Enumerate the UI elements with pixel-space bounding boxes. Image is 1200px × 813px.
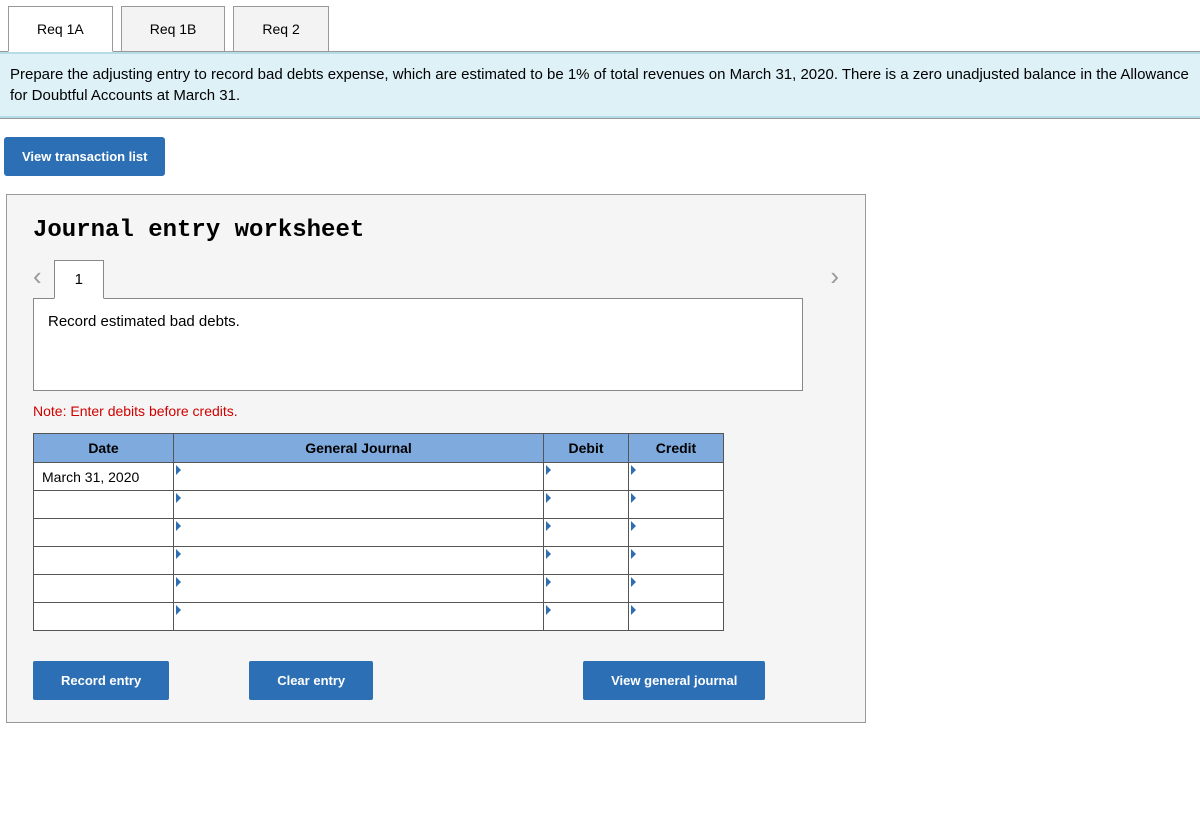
cell-debit[interactable] — [544, 547, 629, 575]
chevron-right-icon[interactable]: › — [830, 261, 839, 298]
cell-credit[interactable] — [629, 603, 724, 631]
cell-credit[interactable] — [629, 575, 724, 603]
cell-credit[interactable] — [629, 491, 724, 519]
cell-credit[interactable] — [629, 463, 724, 491]
col-header-general-journal: General Journal — [174, 434, 544, 463]
cell-date[interactable] — [34, 519, 174, 547]
view-transaction-list-button[interactable]: View transaction list — [4, 137, 165, 176]
chevron-left-icon[interactable]: ‹ — [33, 261, 42, 298]
journal-table: Date General Journal Debit Credit March … — [33, 433, 724, 631]
worksheet-page-tab[interactable]: 1 — [54, 260, 104, 299]
cell-general-journal[interactable] — [174, 463, 544, 491]
cell-debit[interactable] — [544, 491, 629, 519]
entry-description: Record estimated bad debts. — [33, 298, 803, 391]
col-header-date: Date — [34, 434, 174, 463]
table-row — [34, 547, 724, 575]
instruction-text: Prepare the adjusting entry to record ba… — [0, 52, 1200, 118]
cell-debit[interactable] — [544, 603, 629, 631]
cell-debit[interactable] — [544, 575, 629, 603]
table-row: March 31, 2020 — [34, 463, 724, 491]
action-row: Record entry Clear entry View general jo… — [33, 661, 839, 700]
tab-bar: Req 1A Req 1B Req 2 — [0, 0, 1200, 51]
cell-debit[interactable] — [544, 463, 629, 491]
cell-date[interactable] — [34, 547, 174, 575]
cell-general-journal[interactable] — [174, 603, 544, 631]
cell-date[interactable]: March 31, 2020 — [34, 463, 174, 491]
record-entry-button[interactable]: Record entry — [33, 661, 169, 700]
table-row — [34, 519, 724, 547]
cell-general-journal[interactable] — [174, 491, 544, 519]
cell-date[interactable] — [34, 491, 174, 519]
view-general-journal-button[interactable]: View general journal — [583, 661, 765, 700]
cell-debit[interactable] — [544, 519, 629, 547]
cell-credit[interactable] — [629, 547, 724, 575]
cell-general-journal[interactable] — [174, 547, 544, 575]
tab-req-1a[interactable]: Req 1A — [8, 6, 113, 52]
cell-credit[interactable] — [629, 519, 724, 547]
table-row — [34, 491, 724, 519]
col-header-credit: Credit — [629, 434, 724, 463]
cell-date[interactable] — [34, 603, 174, 631]
col-header-debit: Debit — [544, 434, 629, 463]
tab-req-1b[interactable]: Req 1B — [121, 6, 226, 51]
tab-req-2[interactable]: Req 2 — [233, 6, 328, 51]
clear-entry-button[interactable]: Clear entry — [249, 661, 373, 700]
cell-general-journal[interactable] — [174, 519, 544, 547]
journal-worksheet-panel: Journal entry worksheet ‹ 1 › Record est… — [6, 194, 866, 723]
table-row — [34, 575, 724, 603]
note-text: Note: Enter debits before credits. — [33, 403, 839, 419]
cell-general-journal[interactable] — [174, 575, 544, 603]
worksheet-title: Journal entry worksheet — [33, 217, 839, 244]
cell-date[interactable] — [34, 575, 174, 603]
table-row — [34, 603, 724, 631]
